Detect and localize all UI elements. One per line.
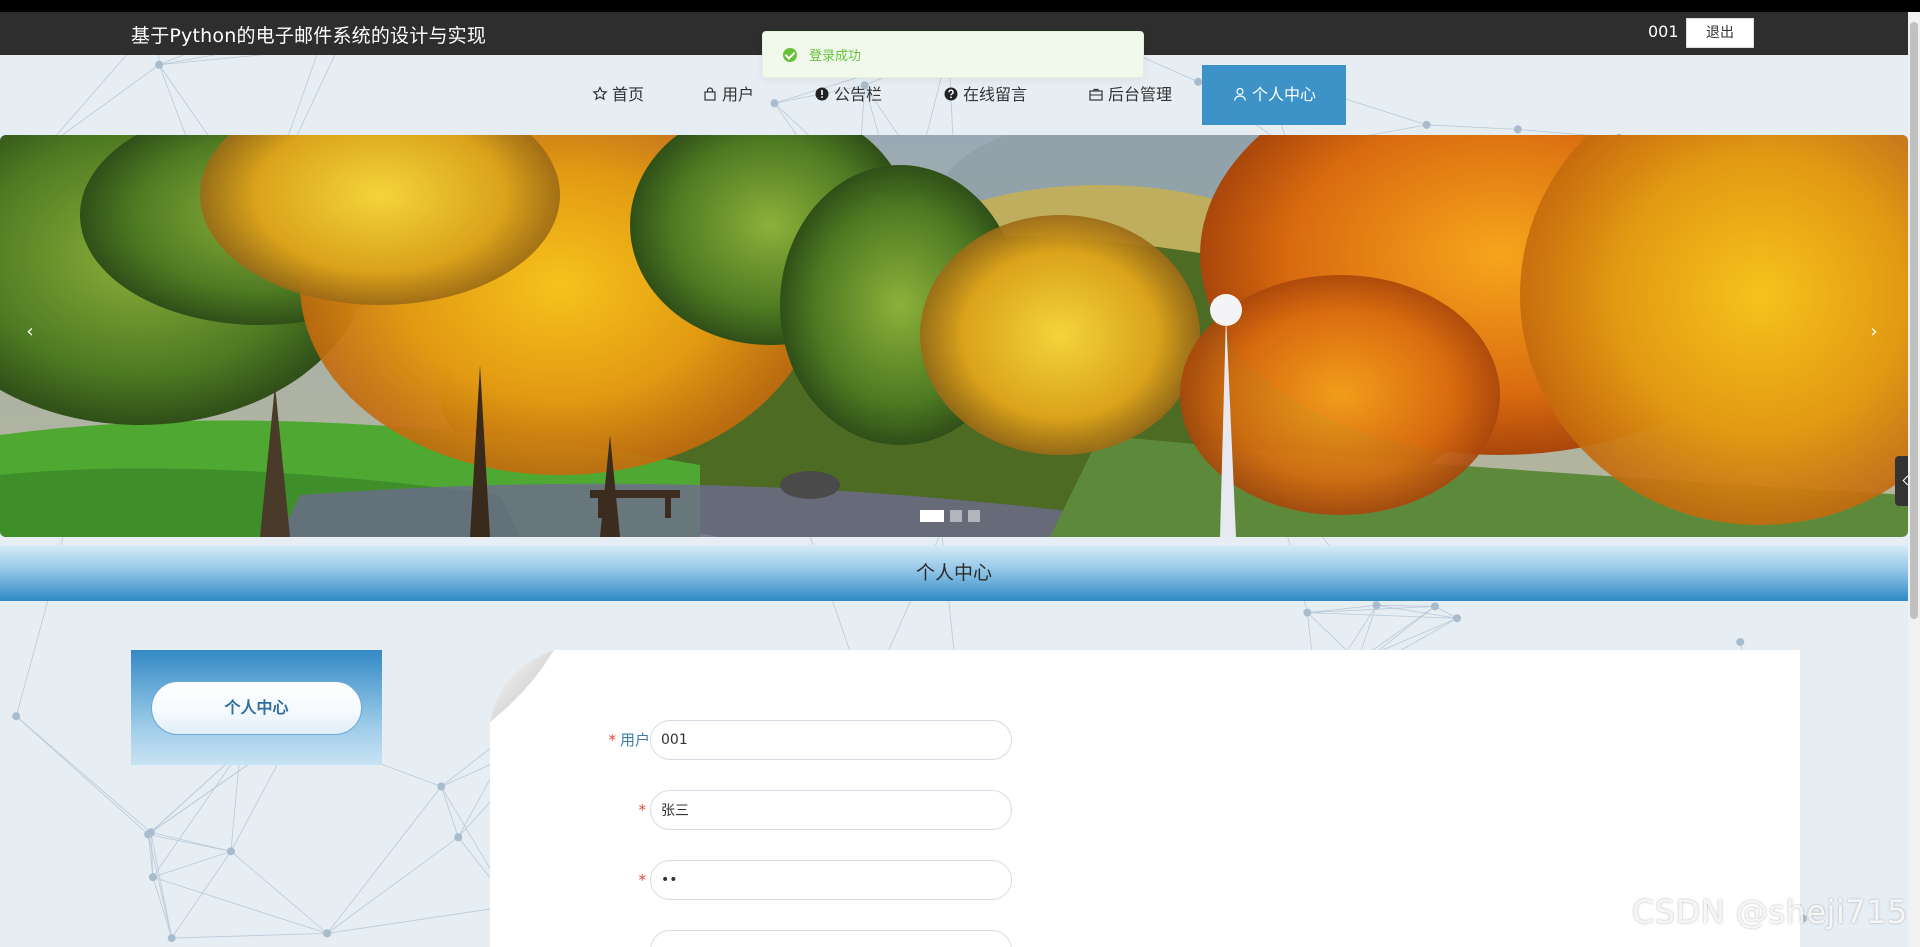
- network-line: [152, 876, 328, 934]
- current-user-id: 001: [1648, 22, 1679, 41]
- question-circle-icon: [944, 87, 958, 101]
- nav-item-users[interactable]: 用户: [698, 65, 758, 125]
- network-line: [440, 786, 459, 838]
- carousel-dot-2[interactable]: [950, 510, 962, 522]
- network-line: [15, 715, 149, 835]
- carousel-next-arrow[interactable]: ›: [1862, 320, 1886, 344]
- network-node: [167, 934, 176, 943]
- section-title: 个人中心: [915, 562, 992, 584]
- network-node: [1372, 601, 1381, 610]
- form-row-password: *密码: [490, 860, 1050, 900]
- network-line: [152, 877, 173, 939]
- form-row-name: *姓名: [490, 790, 1050, 830]
- nav-label: 个人中心: [1251, 85, 1316, 104]
- network-line: [230, 851, 328, 934]
- network-line: [152, 750, 241, 878]
- required-mark: *: [608, 731, 616, 749]
- nav-item-profile[interactable]: 个人中心: [1202, 65, 1346, 125]
- network-node: [1736, 637, 1745, 646]
- network-node: [1303, 608, 1312, 617]
- star-icon: [592, 86, 608, 101]
- form-row-account: *用户账号: [490, 720, 1050, 760]
- page-scrollbar[interactable]: [1908, 12, 1920, 947]
- profile-form: *用户账号 *姓名 *密码 性别: [490, 650, 1800, 947]
- network-line: [1307, 612, 1458, 619]
- network-line: [1307, 604, 1377, 614]
- success-toast: 登录成功: [762, 31, 1144, 78]
- network-line: [1376, 604, 1435, 607]
- banner-carousel[interactable]: ‹ ›: [0, 135, 1908, 537]
- network-node: [226, 847, 235, 856]
- network-node: [12, 712, 21, 721]
- nav-label: 后台管理: [1107, 85, 1172, 104]
- briefcase-icon: [1089, 88, 1103, 101]
- form-row-gender: 性别: [490, 930, 1050, 947]
- network-line: [148, 833, 232, 852]
- nav-label: 用户: [721, 85, 754, 104]
- autumn-park-image: [0, 135, 1908, 537]
- nav-item-home[interactable]: 首页: [582, 65, 654, 125]
- section-header: 个人中心: [0, 545, 1908, 601]
- network-node: [437, 782, 446, 791]
- nav-label: 首页: [611, 85, 644, 104]
- network-node: [1430, 602, 1439, 611]
- csdn-watermark: CSDN @sheji715: [1632, 893, 1908, 931]
- network-line: [171, 851, 232, 939]
- user-icon: [1233, 87, 1247, 101]
- carousel-dot-1[interactable]: [920, 510, 944, 522]
- network-line: [171, 932, 328, 939]
- name-input[interactable]: [650, 790, 1012, 830]
- network-node: [144, 830, 153, 839]
- check-circle-icon: [783, 47, 797, 62]
- network-line: [326, 786, 442, 934]
- left-menu: 个人中心: [131, 650, 382, 765]
- nav-label: 公告栏: [833, 85, 882, 104]
- network-line: [327, 905, 513, 934]
- network-line: [326, 836, 459, 934]
- network-line: [150, 832, 173, 939]
- network-line: [152, 850, 232, 878]
- window-top-strip: [0, 0, 1920, 12]
- toast-message: 登录成功: [809, 49, 862, 64]
- required-mark: *: [638, 801, 646, 819]
- carousel-dot-3[interactable]: [968, 510, 980, 522]
- nav-label: 在线留言: [962, 85, 1027, 104]
- bag-icon: [704, 87, 716, 101]
- page-curl-decoration: [490, 650, 554, 722]
- exclamation-circle-icon: [815, 87, 829, 101]
- gender-input[interactable]: [650, 930, 1012, 947]
- account-input[interactable]: [650, 720, 1012, 760]
- network-node: [148, 873, 157, 882]
- carousel-prev-arrow[interactable]: ‹: [18, 320, 42, 344]
- network-node: [454, 833, 463, 842]
- scrollbar-thumb[interactable]: [1910, 22, 1918, 619]
- carousel-indicators: [920, 510, 980, 522]
- site-title: 基于Python的电子邮件系统的设计与实现: [131, 25, 487, 47]
- network-node: [323, 929, 332, 938]
- network-line: [147, 834, 173, 939]
- required-mark: *: [638, 871, 646, 889]
- menu-item-profile[interactable]: 个人中心: [151, 681, 362, 735]
- password-input[interactable]: [650, 860, 1012, 900]
- network-node: [1453, 614, 1462, 623]
- logout-button[interactable]: 退出: [1686, 18, 1754, 48]
